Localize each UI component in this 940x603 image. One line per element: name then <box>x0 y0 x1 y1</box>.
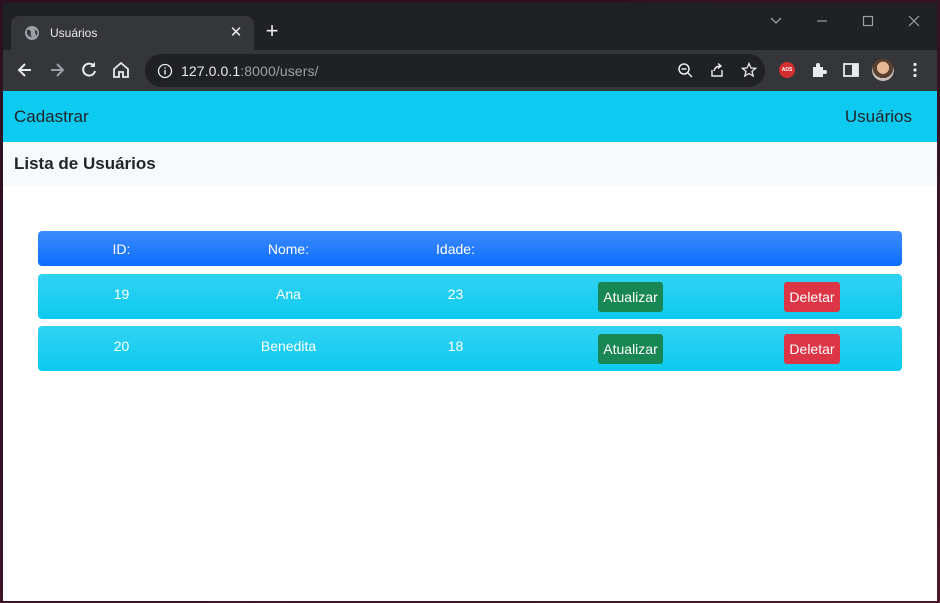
globe-icon <box>25 26 39 40</box>
info-icon[interactable] <box>157 63 173 79</box>
page-title: Lista de Usuários <box>14 154 156 173</box>
profile-avatar[interactable] <box>872 59 894 81</box>
row-id: 20 <box>113 337 130 354</box>
address-bar[interactable]: 127.0.0.1:8000/users/ <box>145 54 765 87</box>
row-age: 23 <box>447 285 464 302</box>
tab-search-chevron-icon[interactable] <box>766 14 786 28</box>
tab-strip: Usuários ✕ + <box>3 3 937 50</box>
url-text: 127.0.0.1:8000/users/ <box>181 63 319 79</box>
home-icon[interactable] <box>111 60 131 80</box>
browser-toolbar: 127.0.0.1:8000/users/ ADS <box>3 50 937 91</box>
users-list: ID: Nome: Idade: 19 Ana 23 Atualizar Del… <box>38 231 902 378</box>
table-header-row: ID: Nome: Idade: <box>38 231 902 266</box>
more-menu-icon[interactable] <box>906 61 924 79</box>
row-name: Benedita <box>260 337 317 354</box>
maximize-icon[interactable] <box>858 14 878 28</box>
row-id: 19 <box>113 285 130 302</box>
url-path: :8000/users/ <box>240 62 319 79</box>
reload-icon[interactable] <box>79 60 99 80</box>
delete-button[interactable]: Deletar <box>784 281 840 312</box>
header-age: Idade: <box>436 241 475 257</box>
extensions-puzzle-icon[interactable] <box>810 61 828 79</box>
bookmark-star-icon[interactable] <box>741 62 757 78</box>
share-icon[interactable] <box>709 62 725 78</box>
update-button[interactable]: Atualizar <box>598 281 663 312</box>
update-button[interactable]: Atualizar <box>598 333 663 364</box>
web-page: Cadastrar Usuários Lista de Usuários ID:… <box>3 91 937 601</box>
row-name: Ana <box>276 285 301 302</box>
url-host: 127.0.0.1 <box>181 62 241 79</box>
table-row: 19 Ana 23 Atualizar Deletar <box>38 274 902 319</box>
close-window-icon[interactable] <box>904 14 924 28</box>
header-name: Nome: <box>267 241 310 257</box>
header-id: ID: <box>112 241 131 257</box>
new-tab-icon[interactable]: + <box>261 20 283 42</box>
minimize-icon[interactable] <box>812 14 832 28</box>
delete-button[interactable]: Deletar <box>784 333 840 364</box>
tab-title: Usuários <box>50 26 98 40</box>
row-age: 18 <box>447 337 464 354</box>
forward-arrow-icon[interactable] <box>47 60 67 80</box>
browser-tab[interactable]: Usuários ✕ <box>11 16 254 50</box>
back-arrow-icon[interactable] <box>15 60 35 80</box>
browser-window: Usuários ✕ + 127.0.0.1:8000/users/ ADS C… <box>3 3 937 601</box>
side-panel-icon[interactable] <box>842 61 860 79</box>
nav-link-usuarios[interactable]: Usuários <box>845 107 912 127</box>
adblock-extension-icon[interactable]: ADS <box>779 62 795 78</box>
zoom-out-icon[interactable] <box>677 62 693 78</box>
table-row: 20 Benedita 18 Atualizar Deletar <box>38 326 902 371</box>
nav-link-cadastrar[interactable]: Cadastrar <box>14 107 89 127</box>
app-navbar: Cadastrar Usuários <box>3 91 937 142</box>
page-header: Lista de Usuários <box>3 142 937 186</box>
tab-close-icon[interactable]: ✕ <box>228 25 244 41</box>
